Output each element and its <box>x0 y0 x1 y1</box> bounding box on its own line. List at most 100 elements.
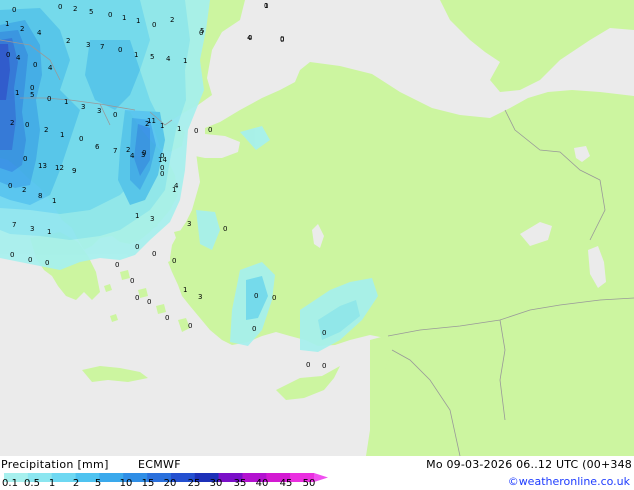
scale-tick-label: 2 <box>72 478 80 489</box>
precip-value-label: 0 <box>108 11 112 19</box>
precip-value-label: 11 <box>147 117 156 125</box>
precip-value-label: 3 <box>86 41 90 49</box>
scale-overflow-arrow <box>314 473 328 482</box>
precip-value-label: 0 <box>194 127 198 135</box>
scale-tick-label: 10 <box>119 478 133 489</box>
precip-value-label: 0 <box>165 314 169 322</box>
precip-value-label: 4 <box>48 64 53 72</box>
precip-value-label: 1 <box>160 122 164 130</box>
credit-link[interactable]: ©weatheronline.co.uk <box>508 475 630 488</box>
precip-value-label: 8 <box>38 192 42 200</box>
precip-value-label: 0 <box>322 329 326 337</box>
precip-value-label: 0 <box>252 325 256 333</box>
precip-value-label: 0 <box>188 322 192 330</box>
precip-value-label: 0 <box>322 362 326 370</box>
forecast-timestamp: Mo 09-03-2026 06..12 UTC (00+348 <box>426 458 632 471</box>
scale-tick-label: 15 <box>141 478 155 489</box>
precip-value-label: 0 <box>248 34 252 42</box>
precip-value-label: 1 <box>172 186 176 194</box>
precip-value-label: 0 <box>23 155 27 163</box>
precip-value-label: 0 <box>8 182 12 190</box>
precip-value-label: 1 <box>5 20 9 28</box>
precip-value-label: 3 <box>198 293 202 301</box>
model-name: ECMWF <box>138 458 181 471</box>
precip-value-label: 0 <box>135 243 139 251</box>
precip-value-label: 2 <box>22 186 26 194</box>
precip-value-label: 0 <box>172 257 176 265</box>
precip-value-label: 0 <box>28 256 32 264</box>
precip-value-label: 0 <box>254 292 258 300</box>
precipitation-map: 0 2 5 0 1 1 025112 40 40 42 3 7 01 5 4 104 01 5 0 13 3 02 021 0… <box>0 0 634 456</box>
precip-value-label: 2 <box>44 126 48 134</box>
precip-value-label: 0 <box>113 111 117 119</box>
scale-tick-label: 25 <box>187 478 201 489</box>
precip-value-label: 2 <box>73 5 77 13</box>
precip-value-label: 3 <box>30 225 34 233</box>
precip-value-label: 0 <box>272 294 276 302</box>
precip-value-label: 0 <box>152 21 156 29</box>
precip-value-label: 4 <box>16 54 21 62</box>
precip-value-label: 14 <box>158 156 167 164</box>
precip-value-label: 1 <box>64 98 68 106</box>
precip-value-label: 0 <box>147 298 151 306</box>
precip-value-label: 2 <box>126 146 130 154</box>
precip-value-label: 2 <box>10 119 14 127</box>
precip-value-label: 4 <box>166 55 171 63</box>
precip-value-label: 0 <box>12 6 16 14</box>
precip-value-label: 0 <box>33 61 37 69</box>
precip-value-label: 1 <box>122 14 126 22</box>
precip-value-label: 0 <box>135 294 139 302</box>
precip-value-label: 1 <box>136 17 140 25</box>
scale-tick-label: 0.1 <box>2 478 18 489</box>
precip-value-label: 0 <box>118 46 122 54</box>
precip-value-label: 0 <box>306 361 310 369</box>
precip-value-label: 3 <box>150 215 154 223</box>
precip-value-label: 1 <box>135 212 139 220</box>
precip-value-label: 12 <box>55 164 64 172</box>
precip-value-label: 2 <box>170 16 174 24</box>
precip-value-label: 0 <box>30 84 34 92</box>
precip-value-label: 1 <box>134 51 138 59</box>
precip-value-label: 1 <box>47 228 51 236</box>
precip-value-label: 2 <box>66 37 70 45</box>
legend-panel: Precipitation [mm] ECMWF Mo 09-03-2026 0… <box>0 456 634 490</box>
precip-value-label: 0 <box>152 250 156 258</box>
precip-value-label: 5 <box>89 8 93 16</box>
scale-tick-label: 50 <box>302 478 316 489</box>
precip-value-label: 1 <box>183 57 187 65</box>
precip-value-label: 3 <box>81 103 85 111</box>
precip-value-label: 2 <box>20 25 24 33</box>
map-title: Precipitation [mm] <box>1 458 109 471</box>
precip-value-label: 13 <box>38 162 47 170</box>
precip-value-label: 9 <box>72 167 76 175</box>
precip-value-label: 0 <box>79 135 83 143</box>
precip-value-label: 5 <box>30 91 34 99</box>
precip-value-label: 0 <box>223 225 227 233</box>
precip-value-label: 0 <box>115 261 119 269</box>
scale-tick-label: 1 <box>48 478 56 489</box>
precip-value-label: 0 <box>25 121 29 129</box>
precip-value-label: 1 <box>60 131 64 139</box>
precip-value-label: 3 <box>187 220 191 228</box>
precip-value-label: 7 <box>100 43 104 51</box>
precip-value-label: 0 <box>47 95 51 103</box>
map-app: 0250110251124040423701541040150133020210… <box>0 0 634 490</box>
precip-value-label: 0 <box>208 126 212 134</box>
precip-value-label: 0 <box>58 3 62 11</box>
precip-value-label: 1 <box>52 197 56 205</box>
precip-value-label: 1 <box>183 286 187 294</box>
scale-tick-label: 5 <box>94 478 102 489</box>
precip-value-label: 0 <box>264 2 268 10</box>
precip-value-label: 7 <box>12 221 16 229</box>
scale-tick-label: 45 <box>279 478 293 489</box>
precip-value-label: 5 <box>150 53 154 61</box>
precip-value-label: 1 <box>15 89 19 97</box>
precip-value-label: 0 <box>10 251 14 259</box>
scale-tick-label: 20 <box>163 478 177 489</box>
precip-value-label: 0 <box>160 164 164 172</box>
precip-value-label: 3 <box>141 151 145 159</box>
scale-tick-label: 40 <box>255 478 269 489</box>
scale-tick-label: 35 <box>233 478 247 489</box>
precip-value-label: 0 <box>280 35 284 43</box>
precip-value-label: 0 <box>130 277 134 285</box>
